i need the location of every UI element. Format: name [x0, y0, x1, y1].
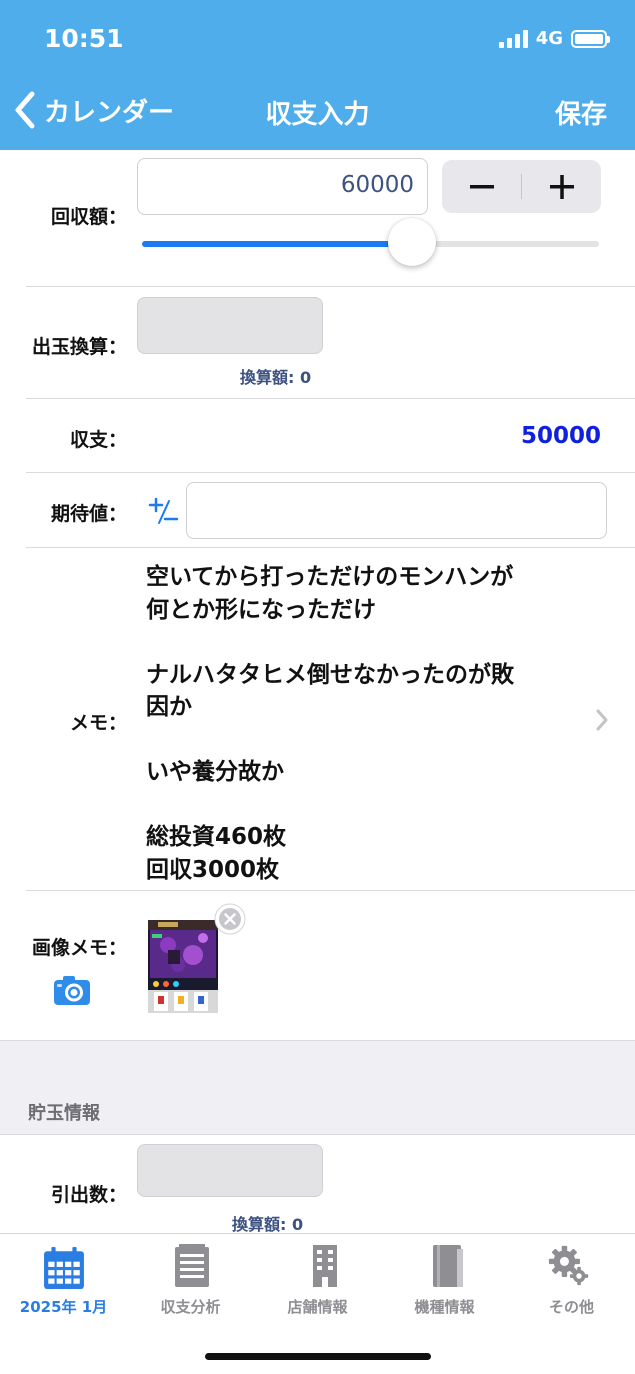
slider-fill [142, 241, 412, 247]
minus-icon [469, 184, 494, 188]
network-type: 4G [535, 28, 563, 49]
building-icon [313, 1245, 337, 1287]
withdraw-label: 引出数： [50, 1184, 127, 1206]
tab-label: 収支分析 [160, 1298, 221, 1316]
status-indicators: 4G [498, 28, 610, 49]
expected-value-input[interactable] [186, 482, 607, 539]
delete-image-button[interactable] [214, 903, 246, 935]
camera-icon [54, 976, 90, 1005]
tab-balance-analysis[interactable]: 収支分析 [127, 1234, 254, 1324]
image-memo-label: 画像メモ： [31, 937, 127, 959]
page-title: 収支入力 [265, 100, 370, 130]
book-icon [433, 1245, 463, 1287]
chevron-right-icon [596, 709, 608, 731]
slot-machine-photo [148, 920, 218, 1013]
status-time: 10:51 [44, 24, 124, 53]
back-button[interactable]: カレンダー [12, 90, 174, 130]
tab-other[interactable]: その他 [508, 1234, 635, 1324]
payout-conversion-label: 出玉換算： [31, 336, 127, 358]
balance-label: 収支： [69, 429, 127, 451]
save-button[interactable]: 保存 [555, 94, 607, 131]
back-label: カレンダー [44, 97, 175, 128]
memo-text: 空いてから打っただけのモンハンが 何とか形になっただけ ナルハタタヒメ倒せなかっ… [146, 564, 514, 883]
withdraw-input[interactable] [137, 1144, 323, 1197]
recovery-slider[interactable] [142, 241, 599, 247]
document-list-icon [175, 1244, 209, 1287]
tab-label: その他 [548, 1298, 594, 1316]
battery-icon [571, 29, 610, 48]
tab-calendar[interactable]: 2025年 1月 [0, 1234, 127, 1324]
recovery-stepper[interactable] [442, 160, 601, 213]
tab-label: 店舗情報 [287, 1298, 348, 1316]
tab-label: 機種情報 [414, 1298, 475, 1316]
chevron-left-icon [15, 91, 35, 129]
cellular-signal-icon [498, 29, 528, 48]
close-circle-icon [214, 903, 246, 935]
tab-store-info[interactable]: 店舗情報 [254, 1234, 381, 1324]
payout-conversion-input[interactable] [137, 297, 323, 354]
decrement-button[interactable] [442, 160, 521, 213]
gear-icon [548, 1245, 589, 1286]
plus-minus-icon [148, 497, 179, 524]
recovery-label: 回収額： [50, 206, 127, 228]
tab-machine-info[interactable]: 機種情報 [381, 1234, 508, 1324]
withdraw-converted-amount: 換算額: 0 [232, 1215, 304, 1234]
plus-icon [549, 174, 574, 199]
increment-button[interactable] [522, 160, 601, 213]
tab-label: 2025年 1月 [19, 1298, 108, 1316]
payout-converted-amount: 換算額: 0 [240, 368, 312, 387]
balance-value: 50000 [520, 423, 601, 449]
image-memo-thumbnail[interactable] [148, 920, 218, 1013]
savings-section-title: 貯玉情報 [28, 1103, 100, 1124]
recovery-value: 60000 [340, 172, 414, 198]
calendar-icon [44, 1247, 84, 1289]
home-indicator [205, 1353, 431, 1360]
navigation-bar: 10:51 4G カレンダー 収支入力 保存 [0, 0, 635, 150]
recovery-input[interactable]: 60000 [137, 158, 428, 215]
expected-value-label: 期待値： [50, 503, 127, 525]
add-photo-button[interactable] [53, 974, 91, 1006]
plus-minus-toggle-button[interactable] [147, 495, 179, 527]
memo-label: メモ： [69, 712, 127, 734]
slider-thumb[interactable] [387, 218, 436, 266]
